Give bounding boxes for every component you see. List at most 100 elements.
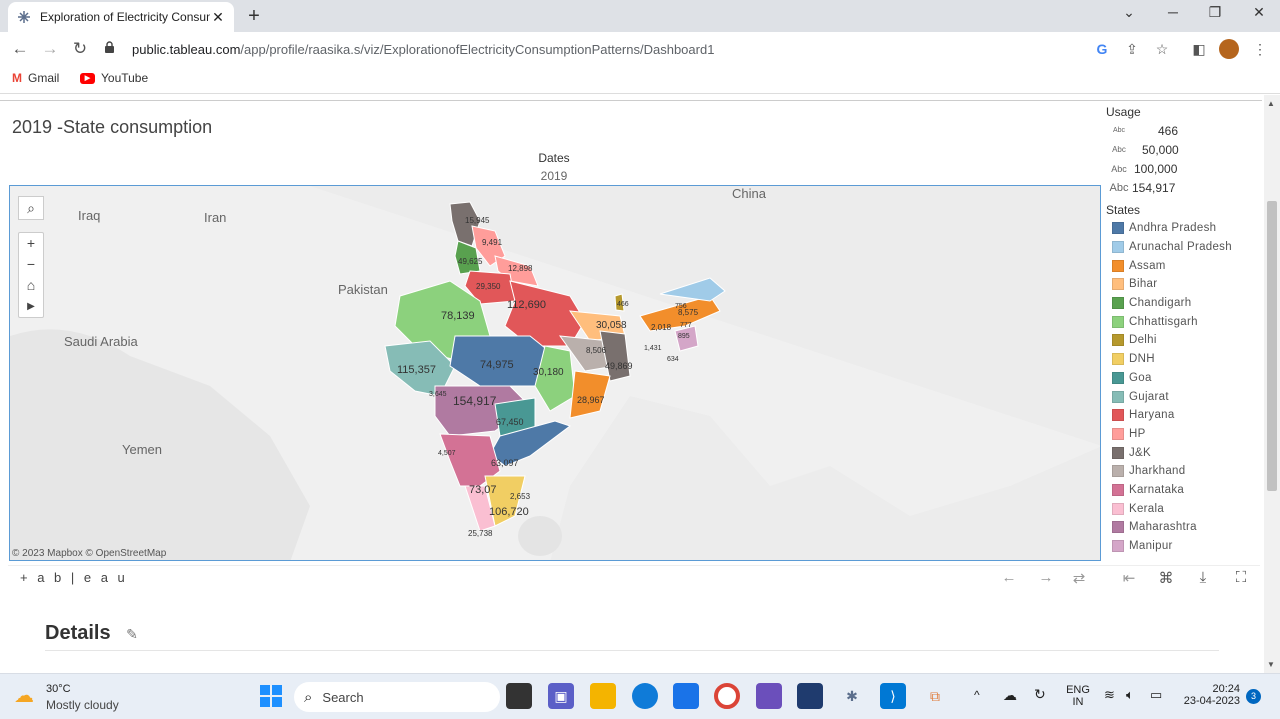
states-legend-item[interactable]: Karnataka xyxy=(1106,481,1262,500)
undo-icon[interactable]: ← xyxy=(998,569,1020,586)
profile-avatar[interactable] xyxy=(1219,39,1239,59)
india-consumption-map[interactable]: Iraq Iran China Pakistan Saudi Arabia Ye… xyxy=(9,185,1101,561)
legend-panel: Usage Abc 466 Abc 50,000 Abc 100,000 Abc… xyxy=(1106,105,1262,565)
zoom-out-icon[interactable]: − xyxy=(19,254,43,275)
usage-legend-item[interactable]: Abc 50,000 xyxy=(1106,140,1262,159)
page-scrollbar[interactable]: ▲ ▼ xyxy=(1264,95,1280,673)
reload-icon[interactable]: ↻ xyxy=(69,39,91,59)
states-legend-list: Andhra Pradesh Arunachal Pradesh Assam Biha… xyxy=(1106,219,1262,555)
state-value-label: 4,507 xyxy=(438,450,456,457)
address-bar[interactable]: public.tableau.com/app/profile/raasika.s… xyxy=(104,37,1154,61)
states-legend-item[interactable]: Assam xyxy=(1106,256,1262,275)
file-explorer-icon[interactable] xyxy=(590,683,616,709)
weather-temp[interactable]: 30°C xyxy=(46,683,71,695)
scroll-down-icon[interactable]: ▼ xyxy=(1267,660,1275,669)
sync-icon[interactable]: ↻ xyxy=(1034,686,1046,703)
close-tab-icon[interactable]: ✕ xyxy=(210,9,226,26)
states-legend-item[interactable]: Arunachal Pradesh xyxy=(1106,238,1262,257)
back-arrow-icon[interactable]: ← xyxy=(9,39,31,59)
expand-toolbar-icon[interactable]: ▶ xyxy=(19,296,43,317)
states-legend-item[interactable]: Maharashtra xyxy=(1106,518,1262,537)
browser-tab[interactable]: Exploration of Electricity Consum ✕ xyxy=(8,2,234,32)
states-legend-item[interactable]: Manipur xyxy=(1106,537,1262,556)
store-icon[interactable] xyxy=(673,683,699,709)
bookmark-label: Gmail xyxy=(28,71,60,85)
states-legend-item[interactable]: Bihar xyxy=(1106,275,1262,294)
bookmark-youtube[interactable]: ▶ YouTube xyxy=(80,71,148,85)
redo-icon[interactable]: → xyxy=(1035,569,1057,586)
zoom-in-icon[interactable]: + xyxy=(19,233,43,254)
tableau-favicon-icon xyxy=(16,9,32,25)
app-icon-3[interactable]: ⧉ xyxy=(922,683,948,709)
edge-icon[interactable] xyxy=(632,683,658,709)
app-icon-2[interactable] xyxy=(797,683,823,709)
vscode-icon[interactable]: ⟩ xyxy=(880,683,906,709)
wifi-icon[interactable]: ≋ xyxy=(1104,687,1115,703)
states-legend-item[interactable]: J&K xyxy=(1106,443,1262,462)
windows-start-icon[interactable] xyxy=(258,683,284,709)
state-value-label: 115,357 xyxy=(397,364,436,376)
menu-dots-icon[interactable]: ⋮ xyxy=(1250,40,1270,58)
bookmark-gmail[interactable]: M Gmail xyxy=(12,71,59,85)
clock[interactable]: 20:24 23-04-2023 xyxy=(1180,683,1240,707)
state-value-label: 154,917 xyxy=(453,394,497,408)
task-view-icon[interactable] xyxy=(506,683,532,709)
fullscreen-icon[interactable]: ⛶ xyxy=(1230,569,1252,586)
language-indicator[interactable]: ENG IN xyxy=(1066,684,1090,708)
usage-legend-item[interactable]: Abc 100,000 xyxy=(1106,159,1262,178)
bookmark-star-icon[interactable]: ☆ xyxy=(1152,40,1172,58)
states-legend-item[interactable]: Goa xyxy=(1106,369,1262,388)
revert-icon[interactable]: ⇄ xyxy=(1068,569,1090,587)
weather-cloud-icon[interactable]: ☁ xyxy=(14,683,34,708)
states-legend-item[interactable]: HP xyxy=(1106,425,1262,444)
state-value-label: 73,07 xyxy=(469,484,497,496)
states-legend-item[interactable]: Chhattisgarh xyxy=(1106,312,1262,331)
app-icon-1[interactable] xyxy=(756,683,782,709)
share-viz-icon[interactable]: ⌘ xyxy=(1155,569,1177,587)
forward-arrow-icon[interactable]: → xyxy=(39,39,61,59)
usage-legend-item[interactable]: Abc 466 xyxy=(1106,121,1262,140)
home-icon[interactable]: ⌂ xyxy=(19,275,43,296)
weather-desc[interactable]: Mostly cloudy xyxy=(46,698,119,712)
share-icon[interactable]: ⇪ xyxy=(1122,40,1142,58)
state-value-label: 30,058 xyxy=(596,320,627,331)
usage-value: 466 xyxy=(1158,123,1179,138)
onedrive-icon[interactable]: ☁ xyxy=(1003,687,1017,704)
new-tab-button[interactable]: + xyxy=(244,5,264,28)
dates-filter-value[interactable]: 2019 xyxy=(524,169,584,183)
side-panel-icon[interactable]: ◧ xyxy=(1189,40,1209,58)
notification-badge[interactable]: 3 xyxy=(1246,689,1261,704)
usage-legend-item[interactable]: Abc 154,917 xyxy=(1106,178,1262,197)
states-legend-item[interactable]: Delhi xyxy=(1106,331,1262,350)
states-legend-item[interactable]: Haryana xyxy=(1106,406,1262,425)
map-attribution[interactable]: © 2023 Mapbox © OpenStreetMap xyxy=(12,548,166,559)
battery-icon[interactable]: ▭ xyxy=(1150,687,1162,703)
volume-icon[interactable]: 🔈︎ xyxy=(1126,687,1134,703)
scroll-thumb[interactable] xyxy=(1267,201,1277,491)
states-legend-item[interactable]: Gujarat xyxy=(1106,387,1262,406)
chrome-icon[interactable] xyxy=(714,683,740,709)
states-legend-item[interactable]: Chandigarh xyxy=(1106,294,1262,313)
download-icon[interactable]: ⤓ xyxy=(1192,569,1214,586)
map-search-icon[interactable]: ⌕ xyxy=(18,196,44,220)
tray-chevron-icon[interactable]: ^ xyxy=(974,688,980,702)
states-legend-item[interactable]: Kerala xyxy=(1106,499,1262,518)
tableau-app-icon[interactable]: ✱ xyxy=(839,683,865,709)
tableau-logo[interactable]: + a b | e a u xyxy=(20,570,128,585)
close-window-button[interactable]: ✕ xyxy=(1244,4,1274,21)
states-legend-item[interactable]: Andhra Pradesh xyxy=(1106,219,1262,238)
tab-search-chevron-icon[interactable]: ⌄ xyxy=(1114,4,1144,21)
states-legend-item[interactable]: Jharkhand xyxy=(1106,462,1262,481)
states-legend-item[interactable]: DNH xyxy=(1106,350,1262,369)
google-translate-icon[interactable]: G xyxy=(1092,40,1112,58)
state-value-label: 63,097 xyxy=(491,458,519,468)
maximize-button[interactable]: ❐ xyxy=(1200,4,1230,21)
edit-pencil-icon[interactable]: ✎ xyxy=(126,626,138,642)
state-name: Manipur xyxy=(1129,540,1173,553)
teams-chat-icon[interactable]: ▣ xyxy=(548,683,574,709)
minimize-button[interactable]: ─ xyxy=(1158,4,1188,20)
state-value-label: 25,738 xyxy=(468,529,493,538)
taskbar-search-box[interactable]: ⌕ Search xyxy=(294,682,500,712)
scroll-up-icon[interactable]: ▲ xyxy=(1267,99,1275,108)
reset-icon[interactable]: ⇤ xyxy=(1118,569,1140,587)
